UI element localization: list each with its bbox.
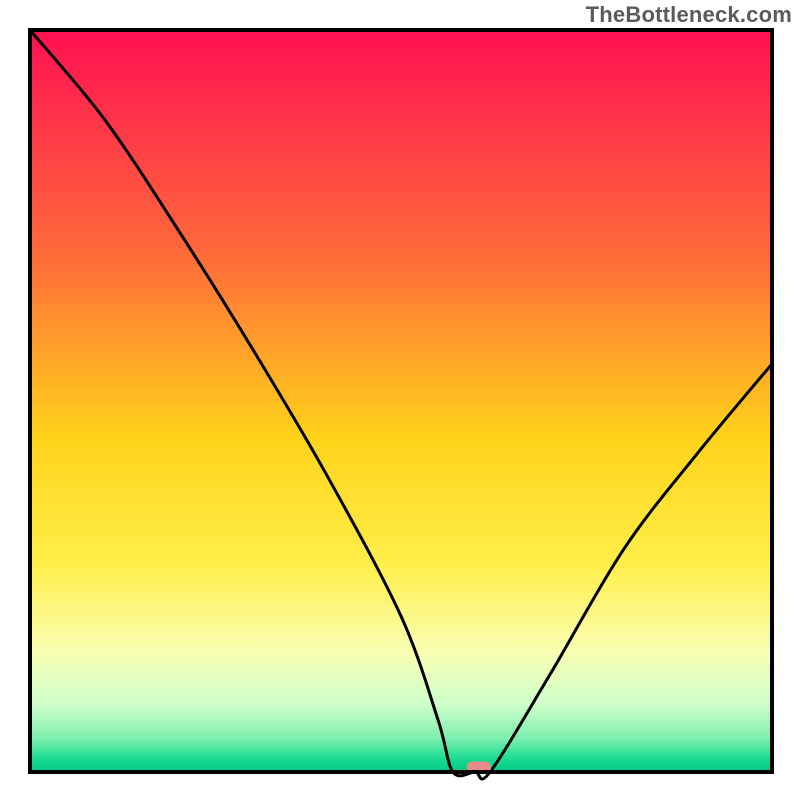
chart-svg [0, 0, 800, 800]
watermark-text: TheBottleneck.com [586, 2, 792, 28]
plot-background [30, 30, 772, 772]
bottleneck-chart: TheBottleneck.com [0, 0, 800, 800]
